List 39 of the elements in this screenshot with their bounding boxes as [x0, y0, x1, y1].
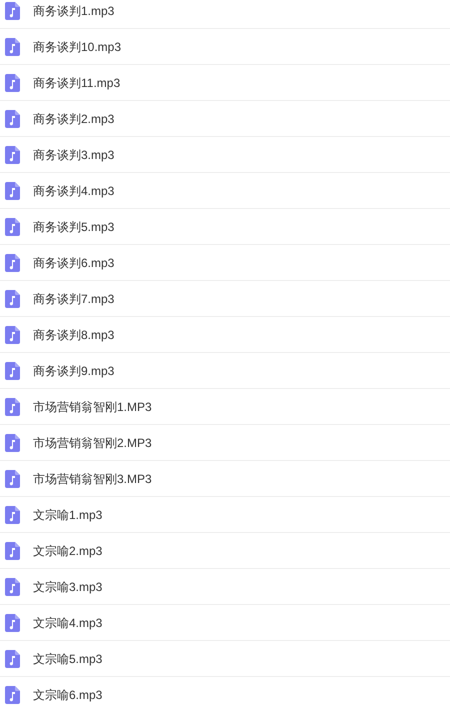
audio-file-icon: [5, 38, 20, 56]
file-name[interactable]: 市场营销翁智刚3.MP3: [33, 470, 152, 488]
audio-file-icon: [5, 650, 20, 668]
audio-file-icon: [5, 326, 20, 344]
file-name[interactable]: 市场营销翁智刚2.MP3: [33, 434, 152, 452]
audio-file-icon: [5, 398, 20, 416]
file-name[interactable]: 文宗喻6.mp3: [33, 686, 102, 704]
file-name[interactable]: 文宗喻1.mp3: [33, 506, 102, 524]
audio-file-icon: [5, 254, 20, 272]
audio-file-icon: [5, 146, 20, 164]
file-name[interactable]: 文宗喻5.mp3: [33, 650, 102, 668]
audio-file-icon: [5, 506, 20, 524]
file-name[interactable]: 文宗喻2.mp3: [33, 542, 102, 560]
audio-file-icon: [5, 74, 20, 92]
audio-file-icon: [5, 686, 20, 704]
audio-file-icon: [5, 290, 20, 308]
file-name[interactable]: 商务谈判4.mp3: [33, 182, 114, 200]
audio-file-icon: [5, 362, 20, 380]
audio-file-icon: [5, 578, 20, 596]
file-name[interactable]: 商务谈判10.mp3: [33, 38, 122, 56]
audio-file-icon: [5, 218, 20, 236]
file-name[interactable]: 商务谈判8.mp3: [33, 326, 114, 344]
audio-file-icon: [5, 182, 20, 200]
audio-file-icon: [5, 110, 20, 128]
audio-file-icon: [5, 614, 20, 632]
file-name[interactable]: 商务谈判1.mp3: [33, 2, 114, 20]
file-name[interactable]: 商务谈判2.mp3: [33, 110, 114, 128]
file-name[interactable]: 商务谈判6.mp3: [33, 254, 114, 272]
file-name[interactable]: 商务谈判7.mp3: [33, 290, 114, 308]
file-name[interactable]: 商务谈判9.mp3: [33, 362, 114, 380]
audio-file-icon: [5, 470, 20, 488]
file-name[interactable]: 文宗喻3.mp3: [33, 578, 102, 596]
file-name[interactable]: 商务谈判5.mp3: [33, 218, 114, 236]
audio-file-icon: [5, 434, 20, 452]
audio-file-icon: [5, 542, 20, 560]
file-name[interactable]: 商务谈判3.mp3: [33, 146, 114, 164]
file-name[interactable]: 文宗喻4.mp3: [33, 614, 102, 632]
file-name[interactable]: 商务谈判11.mp3: [33, 74, 120, 92]
file-name[interactable]: 市场营销翁智刚1.MP3: [33, 398, 152, 416]
